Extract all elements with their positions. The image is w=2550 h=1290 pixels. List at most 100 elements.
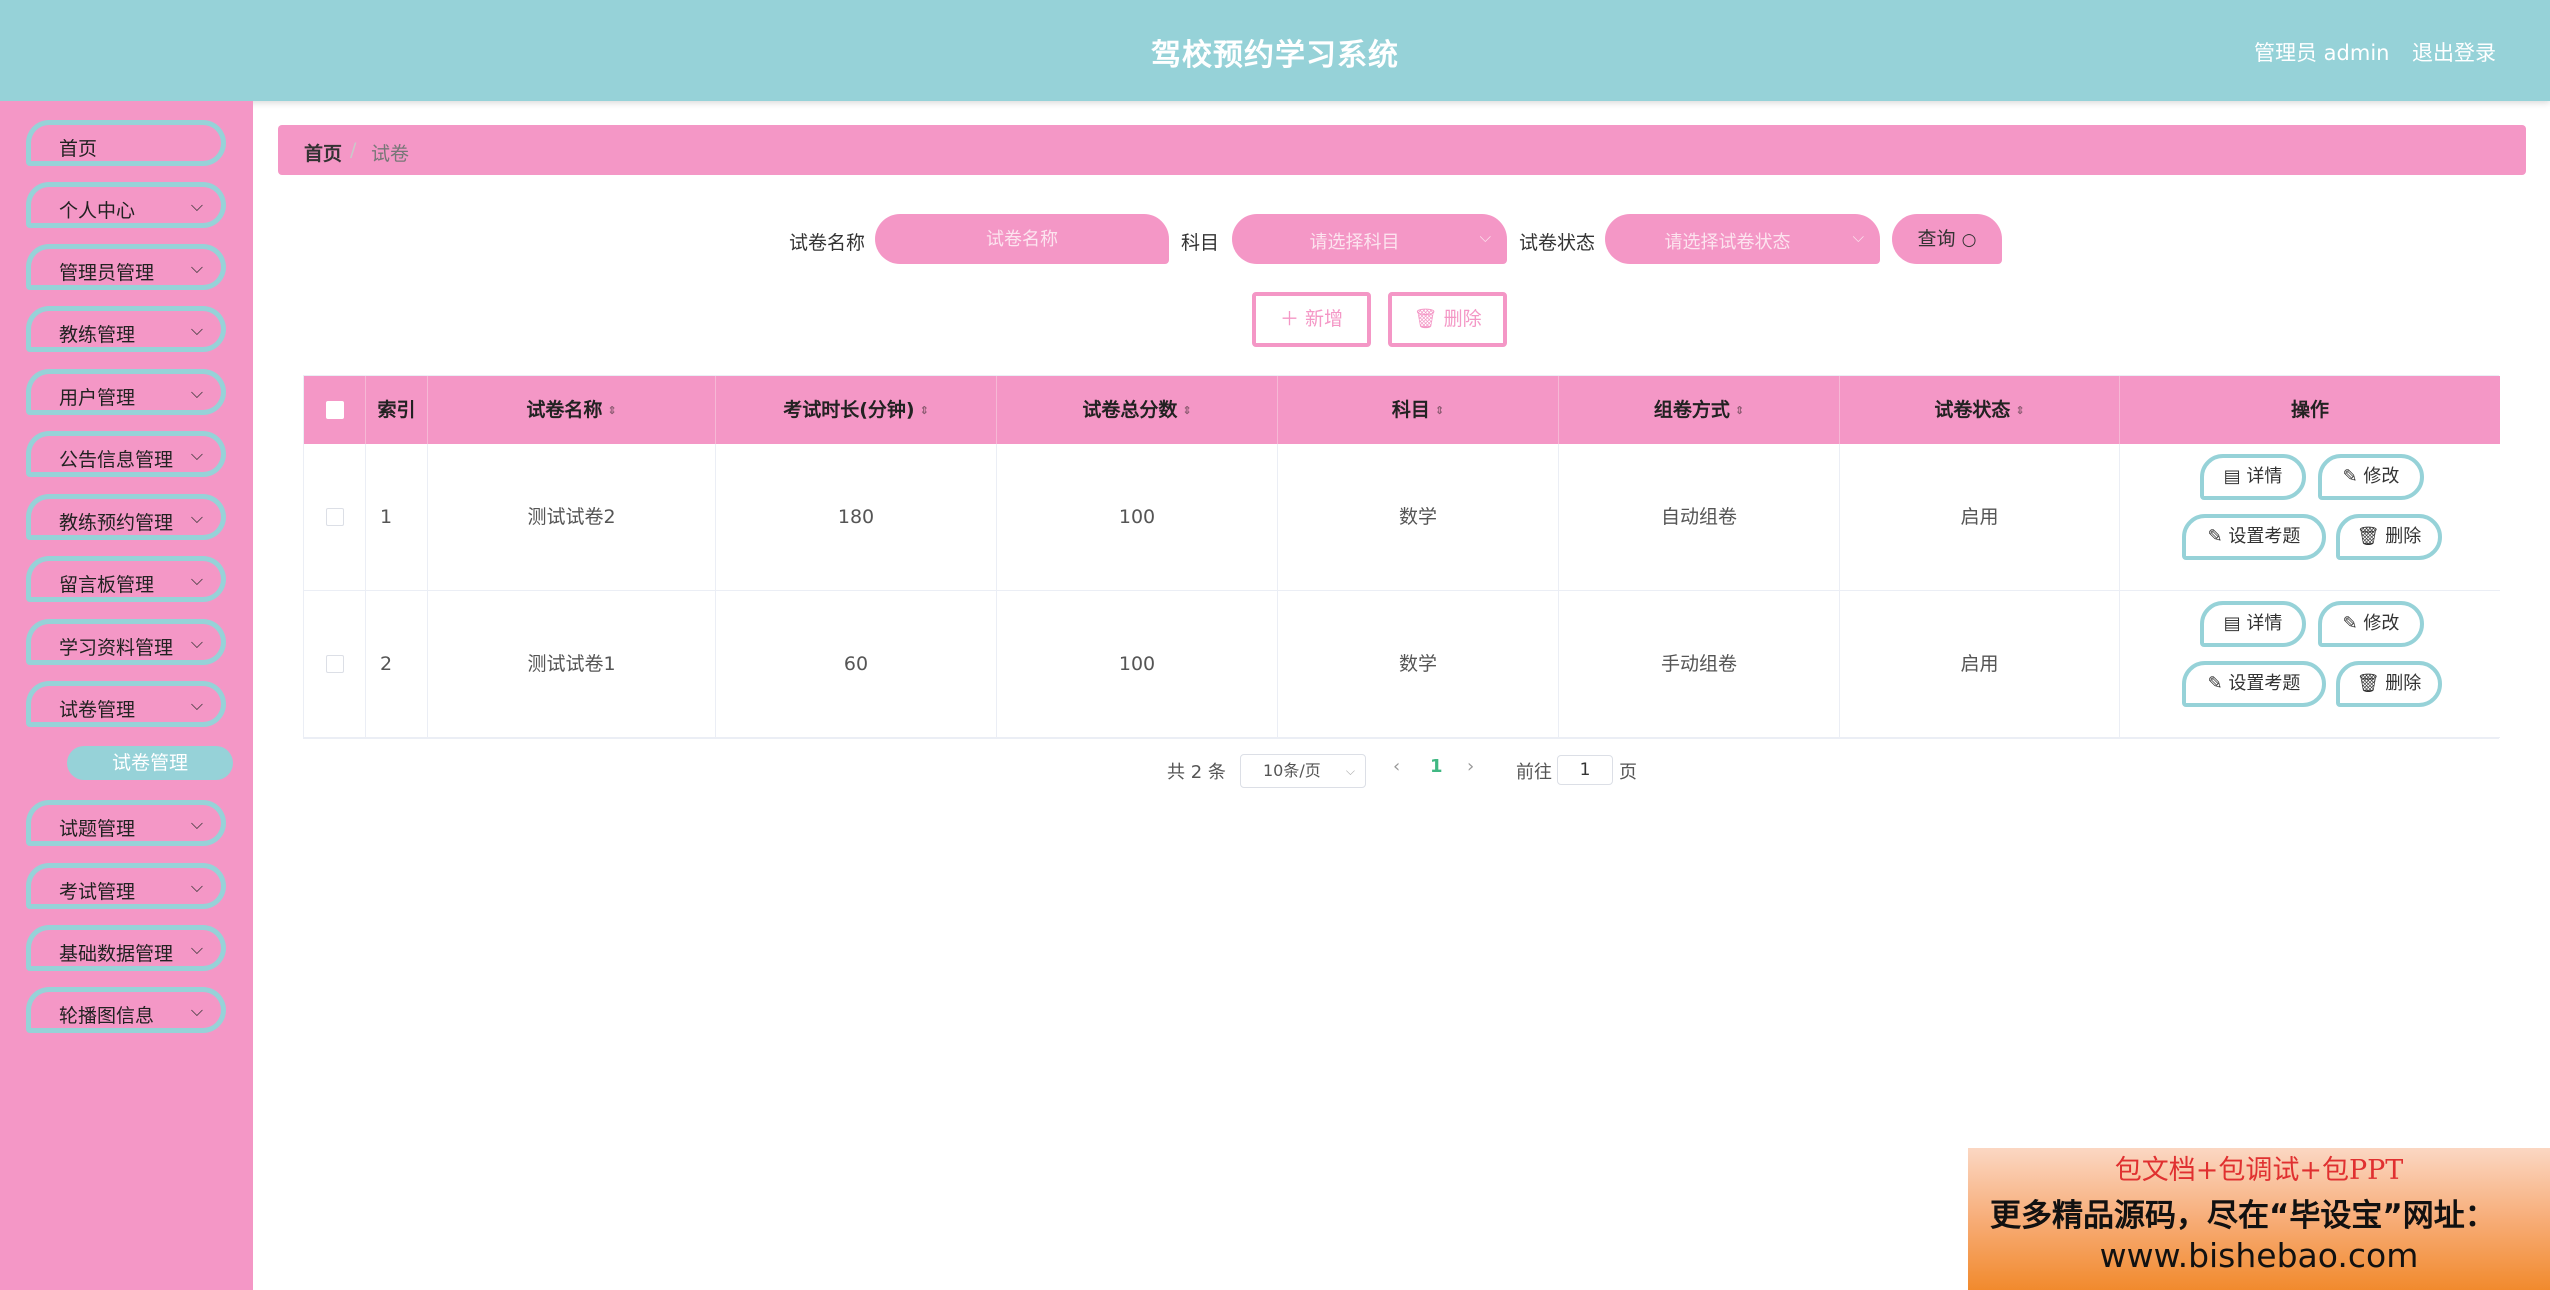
sidebar-item-home[interactable]: 首页 xyxy=(26,120,226,166)
sidebar-item-label: 公告信息管理 xyxy=(59,449,174,471)
sidebar-item-coach-booking[interactable]: 教练预约管理 ⌵ xyxy=(26,494,226,540)
breadcrumb-home[interactable]: 首页 xyxy=(304,139,342,166)
paper-status-select[interactable]: 请选择试卷状态 ⌵ xyxy=(1605,214,1880,264)
cell-method: 手动组卷 xyxy=(1559,591,1840,738)
document-icon: ▤ xyxy=(2223,613,2241,634)
subject-select[interactable]: 请选择科目 ⌵ xyxy=(1232,214,1507,264)
sidebar-item-questions[interactable]: 试题管理 ⌵ xyxy=(26,800,226,846)
chevron-down-icon: ⌵ xyxy=(190,320,203,339)
sort-icon[interactable]: ⇕ xyxy=(1435,405,1444,416)
row-checkbox[interactable] xyxy=(326,508,344,526)
column-header-subject[interactable]: 科目 ⇕ xyxy=(1278,376,1559,444)
column-header-name[interactable]: 试卷名称 ⇕ xyxy=(428,376,716,444)
header-select-cell xyxy=(304,376,366,444)
sort-icon[interactable]: ⇕ xyxy=(2015,405,2024,416)
column-header-total-score[interactable]: 试卷总分数 ⇕ xyxy=(997,376,1278,444)
table-header: 索引 试卷名称 ⇕ 考试时长(分钟) ⇕ 试卷总分数 ⇕ 科目 ⇕ 组卷方式 ⇕ 试卷状态… xyxy=(304,376,2500,444)
sidebar-item-base-data[interactable]: 基础数据管理 ⌵ xyxy=(26,925,226,971)
detail-button[interactable]: ▤ 详情 xyxy=(2200,601,2306,647)
cell-total-score: 100 xyxy=(997,591,1278,738)
paper-name-input[interactable] xyxy=(875,214,1169,264)
column-header-method[interactable]: 组卷方式 ⇕ xyxy=(1559,376,1840,444)
page-number-current[interactable]: 1 xyxy=(1430,756,1443,777)
sort-icon[interactable]: ⇕ xyxy=(920,405,929,416)
logout-link[interactable]: 退出登录 xyxy=(2412,37,2496,67)
chevron-down-icon: ⌵ xyxy=(190,1001,203,1020)
set-questions-button[interactable]: ✎ 设置考题 xyxy=(2182,514,2326,560)
column-header-status[interactable]: 试卷状态 ⇕ xyxy=(1840,376,2120,444)
sidebar-item-message-board[interactable]: 留言板管理 ⌵ xyxy=(26,556,226,602)
sidebar-item-label: 用户管理 xyxy=(59,387,136,409)
row-checkbox[interactable] xyxy=(326,655,344,673)
sidebar-item-exams[interactable]: 考试管理 ⌵ xyxy=(26,863,226,909)
chevron-down-icon: ⌵ xyxy=(1345,764,1355,778)
sidebar-subitem-exam-papers[interactable]: 试卷管理 xyxy=(67,746,233,780)
sidebar-item-admin[interactable]: 管理员管理 ⌵ xyxy=(26,244,226,290)
edit-icon: ✎ xyxy=(2342,466,2358,487)
trash-icon: 🗑 xyxy=(2356,526,2380,547)
sidebar-item-exam-papers[interactable]: 试卷管理 ⌵ xyxy=(26,681,226,727)
query-button[interactable]: 查询 ○ xyxy=(1892,214,2002,264)
add-button[interactable]: ＋ 新增 xyxy=(1252,292,1371,347)
top-header: 驾校预约学习系统 管理员 admin 退出登录 xyxy=(0,0,2550,101)
app-title: 驾校预约学习系统 xyxy=(1151,38,1399,73)
sidebar-item-announcements[interactable]: 公告信息管理 ⌵ xyxy=(26,431,226,477)
detail-button[interactable]: ▤ 详情 xyxy=(2200,454,2306,500)
batch-delete-button[interactable]: 🗑 删除 xyxy=(1388,292,1507,347)
cell-subject: 数学 xyxy=(1278,591,1559,738)
trash-icon: 🗑 xyxy=(2356,673,2380,694)
cell-subject: 数学 xyxy=(1278,444,1559,591)
edit-icon: ✎ xyxy=(2207,673,2223,694)
sidebar-item-users[interactable]: 用户管理 ⌵ xyxy=(26,369,226,415)
sort-icon[interactable]: ⇕ xyxy=(607,405,616,416)
cell-status: 启用 xyxy=(1840,591,2120,738)
cell-operations: ▤ 详情 ✎ 修改 ✎ 设置考题 🗑 删除 xyxy=(2120,444,2500,591)
chevron-down-icon: ⌵ xyxy=(190,939,203,958)
breadcrumb-separator: / xyxy=(350,139,357,161)
prev-page-button[interactable]: ‹ xyxy=(1393,756,1400,777)
sidebar-item-carousel[interactable]: 轮播图信息 ⌵ xyxy=(26,987,226,1033)
set-questions-button[interactable]: ✎ 设置考题 xyxy=(2182,661,2326,707)
row-select-cell xyxy=(304,444,366,591)
cell-index: 1 xyxy=(366,444,428,591)
sidebar-item-label: 教练管理 xyxy=(59,324,136,346)
paper-name-label: 试卷名称 xyxy=(789,232,866,254)
column-header-operations: 操作 xyxy=(2290,399,2329,421)
pagination-total: 共 2 条 xyxy=(1167,762,1226,783)
sidebar-item-study-materials[interactable]: 学习资料管理 ⌵ xyxy=(26,619,226,665)
current-user: 管理员 admin xyxy=(2254,41,2390,65)
edit-icon: ✎ xyxy=(2207,526,2223,547)
delete-button[interactable]: 🗑 删除 xyxy=(2336,661,2442,707)
sidebar-item-label: 轮播图信息 xyxy=(59,1005,155,1027)
chevron-down-icon: ⌵ xyxy=(1479,228,1491,246)
batch-delete-button-label: 删除 xyxy=(1443,308,1482,330)
sidebar: 首页 个人中心 ⌵ 管理员管理 ⌵ 教练管理 ⌵ 用户管理 ⌵ 公告信息管理 ⌵… xyxy=(0,101,253,1290)
sort-icon[interactable]: ⇕ xyxy=(1735,405,1744,416)
edit-button[interactable]: ✎ 修改 xyxy=(2318,454,2424,500)
delete-button[interactable]: 🗑 删除 xyxy=(2336,514,2442,560)
sidebar-item-label: 教练预约管理 xyxy=(59,512,174,534)
cell-index: 2 xyxy=(366,591,428,738)
select-all-checkbox[interactable] xyxy=(326,401,344,419)
chevron-down-icon: ⌵ xyxy=(190,258,203,277)
chevron-down-icon: ⌵ xyxy=(190,383,203,402)
sidebar-item-coach[interactable]: 教练管理 ⌵ xyxy=(26,306,226,352)
query-button-label: 查询 xyxy=(1917,228,1956,250)
promo-watermark: 包文档+包调试+包PPT 更多精品源码，尽在“毕设宝”网址： www.bishe… xyxy=(1968,1148,2550,1290)
chevron-down-icon: ⌵ xyxy=(190,570,203,589)
cell-duration: 180 xyxy=(716,444,997,591)
sidebar-item-personal-center[interactable]: 个人中心 ⌵ xyxy=(26,182,226,228)
search-icon: ○ xyxy=(1961,230,1977,250)
sidebar-item-label: 基础数据管理 xyxy=(59,943,174,965)
next-page-button[interactable]: › xyxy=(1467,756,1474,777)
paper-status-label: 试卷状态 xyxy=(1519,232,1596,254)
page-size-value: 10条/页 xyxy=(1263,761,1321,780)
goto-page-input[interactable] xyxy=(1557,755,1613,785)
cell-status: 启用 xyxy=(1840,444,2120,591)
add-button-label: 新增 xyxy=(1305,308,1344,330)
edit-icon: ✎ xyxy=(2342,613,2358,634)
edit-button[interactable]: ✎ 修改 xyxy=(2318,601,2424,647)
sort-icon[interactable]: ⇕ xyxy=(1182,405,1191,416)
page-size-select[interactable]: 10条/页 ⌵ xyxy=(1240,754,1366,788)
column-header-duration[interactable]: 考试时长(分钟) ⇕ xyxy=(716,376,997,444)
